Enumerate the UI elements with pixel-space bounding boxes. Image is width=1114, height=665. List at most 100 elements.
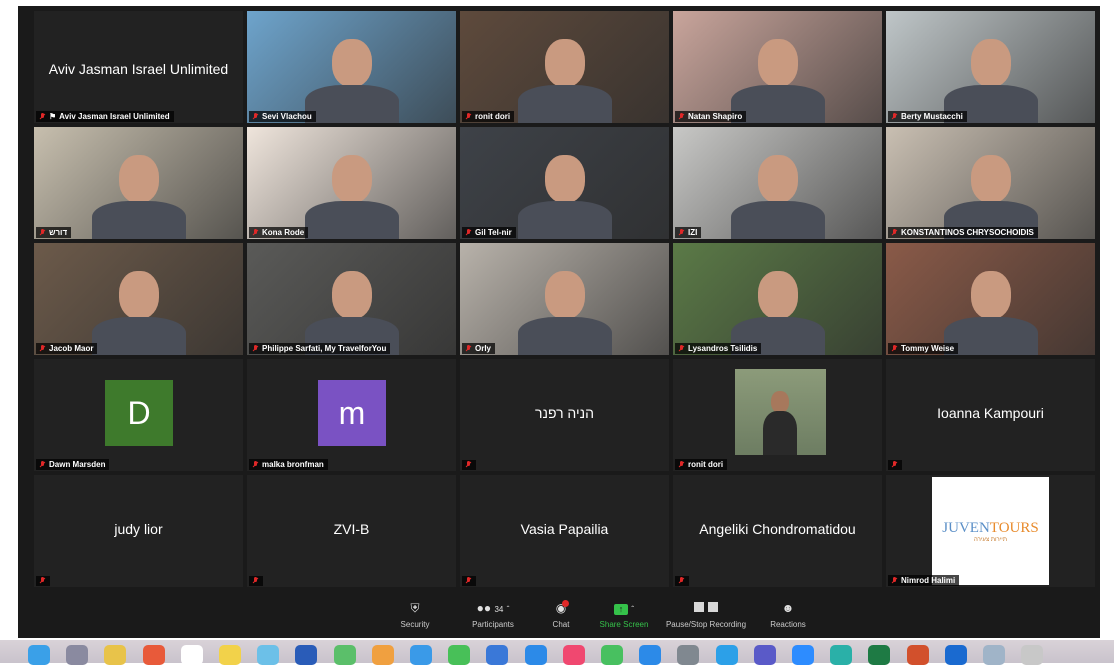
participant-tile[interactable]: Ioanna Kampouri	[886, 359, 1095, 471]
muted-mic-icon	[39, 112, 46, 121]
participant-tile[interactable]: Vasia Papailia	[460, 475, 669, 587]
participant-tile[interactable]: ronit dori	[673, 359, 882, 471]
safari-icon[interactable]	[410, 645, 432, 665]
video-feed	[34, 243, 243, 355]
muted-mic-icon	[891, 344, 898, 353]
participant-tile[interactable]: הניה רפנר	[460, 359, 669, 471]
participant-tile[interactable]: Berty Mustacchi	[886, 11, 1095, 123]
participant-name: KONSTANTINOS CHRYSOCHOIDIS	[901, 228, 1034, 237]
video-feed	[886, 243, 1095, 355]
participant-name-label	[462, 576, 476, 586]
keynote-icon[interactable]	[486, 645, 509, 665]
participant-tile[interactable]: Aviv Jasman Israel Unlimited ⚑ Aviv Jasman…	[34, 11, 243, 123]
facetime-icon[interactable]	[448, 645, 471, 665]
messages-icon[interactable]	[601, 645, 623, 665]
participant-tile[interactable]: D Dawn Marsden	[34, 359, 243, 471]
participant-tile[interactable]: Sevi Vlachou	[247, 11, 456, 123]
participant-tile[interactable]: Orly	[460, 243, 669, 355]
muted-mic-icon	[39, 228, 46, 237]
participants-button[interactable]: ●● 34 ˆ Participants	[458, 602, 528, 630]
calendar-icon[interactable]	[180, 645, 203, 665]
stickies-icon[interactable]	[219, 645, 241, 665]
chevron-up-icon[interactable]: ˆ	[507, 605, 510, 614]
photos-icon[interactable]	[371, 645, 394, 665]
video-feed	[460, 127, 669, 239]
video-feed	[247, 11, 456, 123]
participant-display-name: judy lior	[114, 521, 163, 537]
word-icon[interactable]	[295, 645, 318, 665]
pause-stop-icon	[658, 602, 754, 615]
participant-name: Natan Shapiro	[688, 112, 743, 121]
participant-tile[interactable]: Jacob Maor	[34, 243, 243, 355]
participant-name-label: Tommy Weise	[888, 343, 959, 354]
excel-icon[interactable]	[868, 645, 891, 665]
record-button[interactable]: Pause/Stop Recording	[658, 602, 754, 629]
share-screen-button[interactable]: ↑ ˆ Share Screen	[592, 602, 656, 629]
participant-display-name: Angeliki Chondromatidou	[699, 521, 856, 537]
video-feed	[673, 243, 882, 355]
avatar: m	[318, 380, 386, 446]
maps-icon[interactable]	[333, 645, 356, 665]
participants-count: 34	[494, 605, 504, 614]
participant-tile[interactable]: Natan Shapiro	[673, 11, 882, 123]
participant-display-name: Aviv Jasman Israel Unlimited	[48, 61, 229, 77]
settings-icon[interactable]	[677, 645, 700, 665]
participant-name: Nimrod Halimi	[901, 576, 956, 585]
participant-name: Lysandros Tsilidis	[688, 344, 758, 353]
reactions-button[interactable]: ☻ Reactions	[763, 602, 813, 630]
participant-name-label	[36, 576, 50, 586]
participant-tile[interactable]: JUVENTOURS תיירות צעירה Nimrod Halimi	[886, 475, 1095, 587]
participant-name-label: Natan Shapiro	[675, 111, 747, 122]
participant-display-name: ZVI-B	[333, 521, 370, 537]
participant-tile[interactable]: m malka bronfman	[247, 359, 456, 471]
participant-name-label	[249, 576, 263, 586]
muted-mic-icon	[39, 577, 46, 585]
participant-tile[interactable]: Lysandros Tsilidis	[673, 243, 882, 355]
notes-icon[interactable]	[104, 645, 127, 665]
participant-name: Gil Tel-nir	[475, 228, 512, 237]
muted-mic-icon	[465, 461, 472, 469]
chat-button[interactable]: ◉ Chat	[546, 600, 576, 629]
participant-tile[interactable]: IZI	[673, 127, 882, 239]
participant-tile[interactable]: ronit dori	[460, 11, 669, 123]
folder-icon[interactable]	[983, 645, 1005, 665]
muted-mic-icon	[39, 460, 46, 469]
participant-tile[interactable]: Kona Rode	[247, 127, 456, 239]
zoom-window: Aviv Jasman Israel Unlimited ⚑ Aviv Jasman…	[18, 6, 1100, 638]
participant-name-label: ronit dori	[462, 111, 515, 122]
preview-icon[interactable]	[257, 645, 280, 665]
music-icon[interactable]	[562, 645, 585, 665]
muted-mic-icon	[678, 344, 685, 353]
participant-tile[interactable]: judy lior	[34, 475, 243, 587]
security-button[interactable]: ⛨ Security	[390, 602, 440, 630]
participant-tile[interactable]: Tommy Weise	[886, 243, 1095, 355]
participant-tile[interactable]: Gil Tel-nir	[460, 127, 669, 239]
trash-icon[interactable]	[1021, 645, 1044, 665]
powerpoint-icon[interactable]	[906, 645, 929, 665]
outlook-icon[interactable]	[944, 645, 967, 665]
finder-icon[interactable]	[28, 645, 50, 665]
participant-tile[interactable]: דורש	[34, 127, 243, 239]
participant-display-name: Ioanna Kampouri	[937, 405, 1044, 421]
video-feed	[460, 243, 669, 355]
participant-name: דורש	[49, 228, 68, 237]
muted-mic-icon	[465, 344, 472, 353]
appstore2-icon[interactable]	[639, 645, 662, 665]
participant-name-label: Jacob Maor	[36, 343, 98, 354]
appstore-icon[interactable]	[524, 645, 547, 665]
teams-icon[interactable]	[753, 645, 776, 665]
muted-mic-icon	[252, 460, 259, 469]
zoom-icon[interactable]	[792, 645, 814, 665]
edge-icon[interactable]	[830, 645, 853, 665]
chrome-icon[interactable]	[142, 645, 165, 665]
video-feed	[247, 127, 456, 239]
participant-tile[interactable]: ZVI-B	[247, 475, 456, 587]
muted-mic-icon	[465, 112, 472, 121]
participant-tile[interactable]: KONSTANTINOS CHRYSOCHOIDIS	[886, 127, 1095, 239]
participant-tile[interactable]: Philippe Sarfati, My TravelforYou	[247, 243, 456, 355]
skype-icon[interactable]	[715, 645, 738, 665]
juventours-logo: JUVENTOURS תיירות צעירה	[932, 477, 1049, 585]
launchpad-icon[interactable]	[66, 645, 89, 665]
participant-tile[interactable]: Angeliki Chondromatidou	[673, 475, 882, 587]
video-feed	[886, 11, 1095, 123]
